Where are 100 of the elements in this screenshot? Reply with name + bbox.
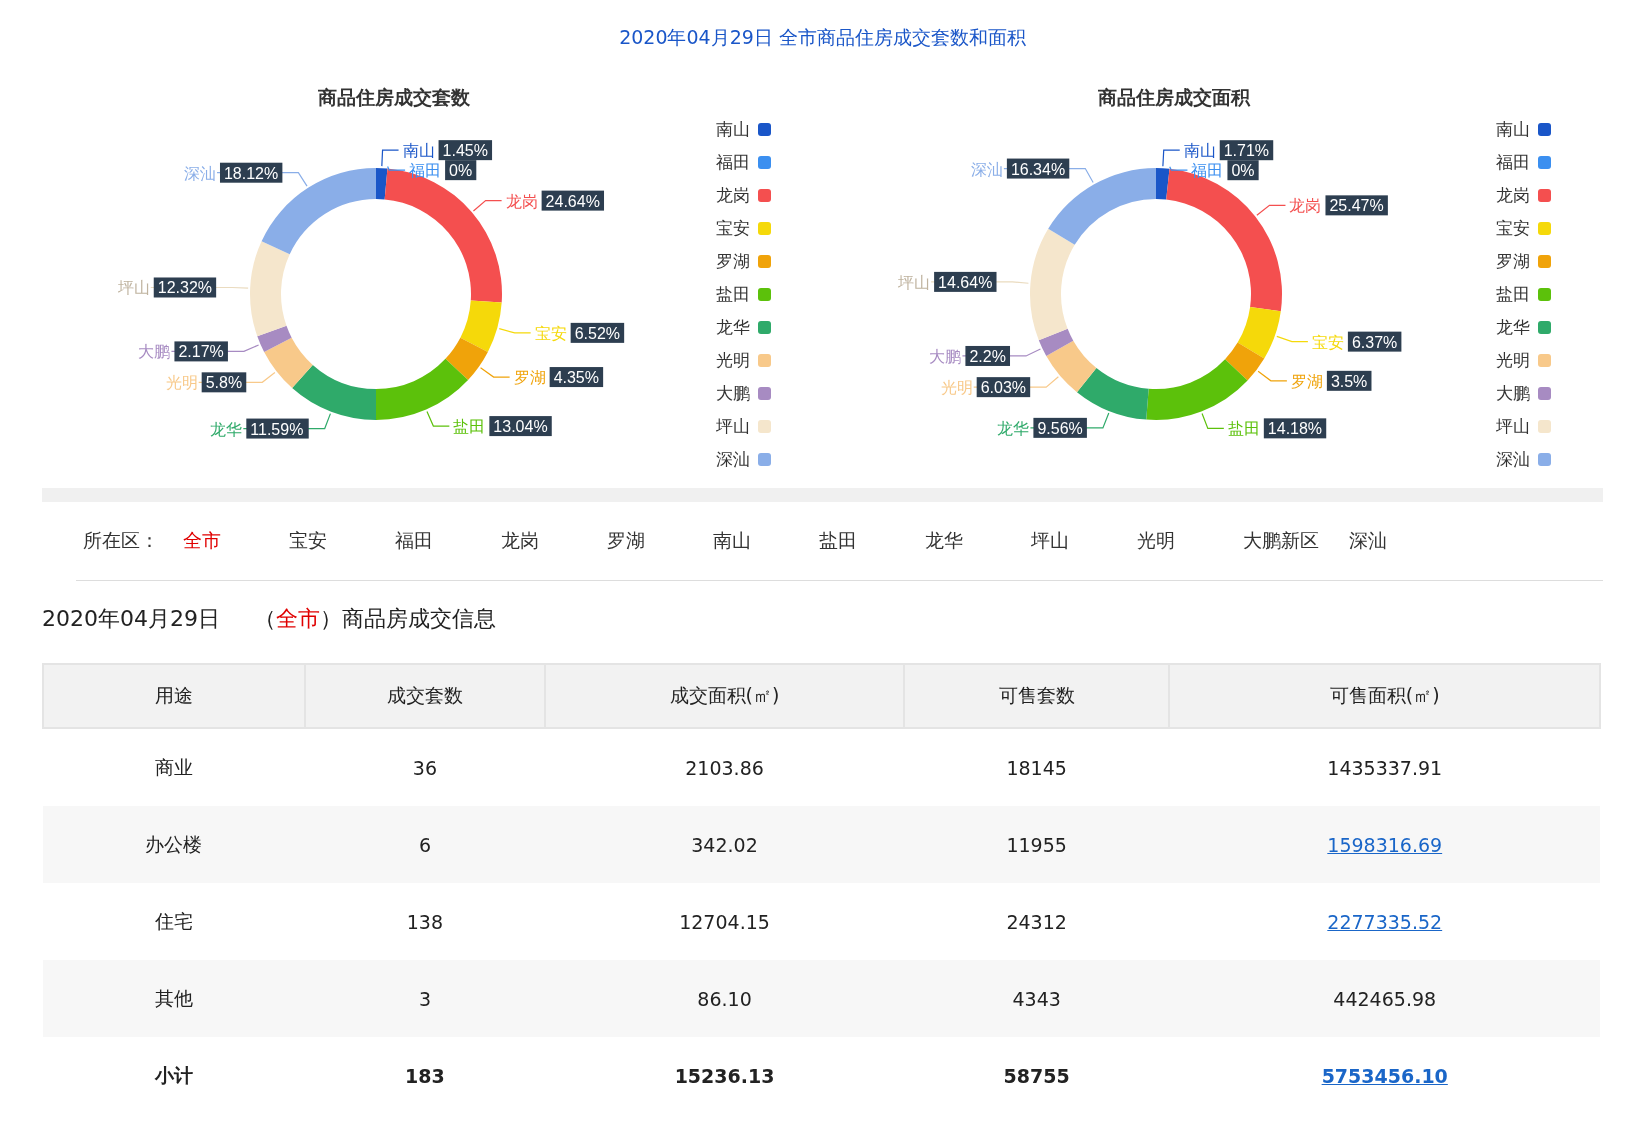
leader-line bbox=[1257, 370, 1288, 382]
leader-line bbox=[472, 200, 503, 212]
table-cell: 24312 bbox=[1006, 910, 1067, 933]
value-label: 3.5% bbox=[1326, 370, 1372, 391]
category-label: 福田 bbox=[1191, 161, 1224, 181]
legend-label: 坪山 bbox=[1496, 414, 1530, 438]
district-link[interactable]: 龙华 bbox=[925, 528, 1031, 554]
leader-line bbox=[426, 410, 450, 427]
legend-swatch bbox=[758, 287, 771, 301]
value-label: 16.34% bbox=[1006, 158, 1070, 179]
legend-label: 光明 bbox=[716, 348, 750, 372]
legend-swatch bbox=[758, 452, 771, 466]
legend-label: 南山 bbox=[716, 117, 750, 141]
legend-label: 福田 bbox=[1496, 150, 1530, 174]
table-cell: 商业 bbox=[154, 755, 193, 778]
column-header: 成交面积(㎡) bbox=[545, 664, 904, 728]
table-cell: 138 bbox=[406, 910, 444, 933]
table-cell: 442465.98 bbox=[1333, 987, 1437, 1010]
legend-swatch bbox=[1538, 320, 1551, 334]
category-label: 大鹏 bbox=[929, 346, 962, 366]
value-label: 6.03% bbox=[976, 377, 1031, 398]
table-cell: 小计 bbox=[154, 1063, 193, 1086]
legend-label: 罗湖 bbox=[1496, 249, 1530, 273]
leader-line bbox=[498, 327, 532, 334]
district-link[interactable]: 坪山 bbox=[1031, 528, 1137, 554]
legend-swatch bbox=[1538, 287, 1551, 301]
district-link[interactable]: 福田 bbox=[395, 528, 501, 554]
table-cell: 15236.13 bbox=[674, 1064, 775, 1087]
chart-title: 商品住房成交面积 bbox=[1098, 86, 1250, 108]
table-cell: 18145 bbox=[1006, 756, 1067, 779]
category-label: 宝安 bbox=[534, 323, 567, 343]
legend-swatch bbox=[758, 188, 771, 202]
page-title: 2020年04月29日 全市商品住房成交套数和面积 bbox=[618, 25, 1027, 50]
legend-swatch bbox=[758, 122, 771, 136]
legend-swatch bbox=[1538, 122, 1551, 136]
category-label: 龙华 bbox=[997, 418, 1030, 438]
value-label: 25.47% bbox=[1325, 195, 1388, 216]
category-label: 南山 bbox=[402, 141, 435, 161]
value-label: 14.18% bbox=[1263, 418, 1327, 439]
district-link[interactable]: 大鹏新区 bbox=[1243, 528, 1349, 554]
value-label: 11.59% bbox=[246, 418, 309, 439]
table-link[interactable]: 2277335.52 bbox=[1327, 910, 1443, 933]
table-cell: 36 bbox=[412, 756, 437, 779]
legend-label: 盐田 bbox=[716, 282, 750, 306]
legend-swatch bbox=[1538, 386, 1551, 400]
table-link[interactable]: 1598316.69 bbox=[1327, 833, 1443, 856]
table-cell: 183 bbox=[405, 1064, 445, 1087]
leader-line bbox=[1276, 335, 1309, 343]
legend-label: 宝安 bbox=[716, 216, 750, 240]
chart-title: 商品住房成交套数 bbox=[318, 86, 470, 108]
legend-swatch bbox=[758, 419, 771, 433]
legend-label: 罗湖 bbox=[716, 249, 750, 273]
district-link[interactable]: 南山 bbox=[713, 528, 819, 554]
table-cell: 住宅 bbox=[154, 909, 193, 932]
table-cell: 2103.86 bbox=[685, 756, 764, 779]
column-header: 可售面积(㎡) bbox=[1169, 664, 1600, 728]
column-header: 成交套数 bbox=[304, 664, 546, 728]
value-label: 4.35% bbox=[549, 367, 604, 388]
category-label: 罗湖 bbox=[513, 368, 546, 388]
table-cell: 6 bbox=[418, 833, 431, 856]
district-link[interactable]: 盐田 bbox=[819, 528, 925, 554]
district-link[interactable]: 深汕 bbox=[1349, 528, 1455, 554]
district-link[interactable]: 龙岗 bbox=[501, 528, 607, 554]
legend-swatch bbox=[1538, 254, 1551, 268]
district-link[interactable]: 宝安 bbox=[289, 528, 395, 554]
value-label: 24.64% bbox=[541, 190, 604, 211]
legend-swatch bbox=[758, 386, 771, 400]
value-label: 0% bbox=[445, 160, 477, 181]
legend-label: 深汕 bbox=[716, 447, 750, 471]
table-cell: 4343 bbox=[1012, 987, 1061, 1010]
district-link[interactable]: 光明 bbox=[1137, 528, 1243, 554]
category-label: 福田 bbox=[409, 161, 442, 181]
table-cell: 办公楼 bbox=[145, 832, 203, 855]
category-label: 龙岗 bbox=[505, 191, 538, 211]
legend-label: 大鹏 bbox=[1496, 381, 1530, 405]
table-link[interactable]: 5753456.10 bbox=[1321, 1064, 1448, 1087]
legend-swatch bbox=[1538, 221, 1551, 235]
value-label: 14.64% bbox=[934, 271, 997, 292]
table-cell: 3 bbox=[418, 987, 431, 1010]
value-label: 18.12% bbox=[220, 162, 283, 183]
legend-swatch bbox=[758, 320, 771, 334]
category-label: 坪山 bbox=[898, 272, 931, 292]
table-cell: 58755 bbox=[1003, 1064, 1070, 1087]
district-link[interactable]: 罗湖 bbox=[607, 528, 713, 554]
legend-label: 龙华 bbox=[1496, 315, 1530, 339]
table-cell: 86.10 bbox=[697, 987, 752, 1010]
filter-label: 所在区： bbox=[83, 528, 159, 553]
category-label: 罗湖 bbox=[1290, 371, 1323, 391]
district-link[interactable]: 全市 bbox=[183, 528, 289, 554]
category-label: 光明 bbox=[940, 378, 973, 398]
value-label: 0% bbox=[1227, 160, 1259, 181]
legend-swatch bbox=[1538, 419, 1551, 433]
leader-line bbox=[1201, 412, 1225, 429]
legend-swatch bbox=[758, 353, 771, 367]
value-label: 2.2% bbox=[965, 345, 1010, 366]
value-label: 1.71% bbox=[1219, 140, 1274, 161]
category-label: 大鹏 bbox=[138, 342, 171, 362]
category-label: 光明 bbox=[165, 373, 198, 393]
category-label: 南山 bbox=[1183, 141, 1216, 161]
table-cell: 342.02 bbox=[691, 833, 758, 856]
